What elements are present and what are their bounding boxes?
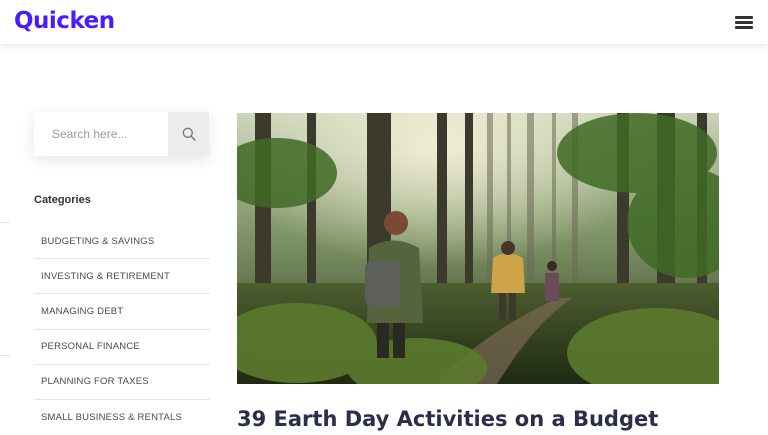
post-title[interactable]: 39 Earth Day Activities on a Budget [237,407,658,431]
search-button[interactable] [168,112,209,156]
category-link[interactable]: BUDGETING & SAVINGS [34,224,210,260]
search-icon [182,127,196,141]
divider [0,355,10,356]
search-form [34,112,209,156]
category-link[interactable]: SMALL BUSINESS & RENTALS [34,400,210,435]
search-input[interactable] [34,112,168,156]
site-header: Quicken [0,0,768,44]
category-link[interactable]: PLANNING FOR TAXES [34,365,210,400]
category-list: BUDGETING & SAVINGS INVESTING & RETIREME… [34,224,210,435]
featured-post-image[interactable] [237,113,719,384]
menu-bar-icon [735,21,753,24]
quicken-logo[interactable]: Quicken [14,8,115,34]
category-link[interactable]: PERSONAL FINANCE [34,330,210,365]
category-link[interactable]: INVESTING & RETIREMENT [34,259,210,295]
hamburger-menu-icon[interactable] [733,14,755,30]
menu-bar-icon [735,26,753,29]
divider [0,222,10,223]
category-link[interactable]: MANAGING DEBT [34,294,210,330]
categories-heading: Categories [34,194,91,206]
menu-bar-icon [735,16,753,19]
